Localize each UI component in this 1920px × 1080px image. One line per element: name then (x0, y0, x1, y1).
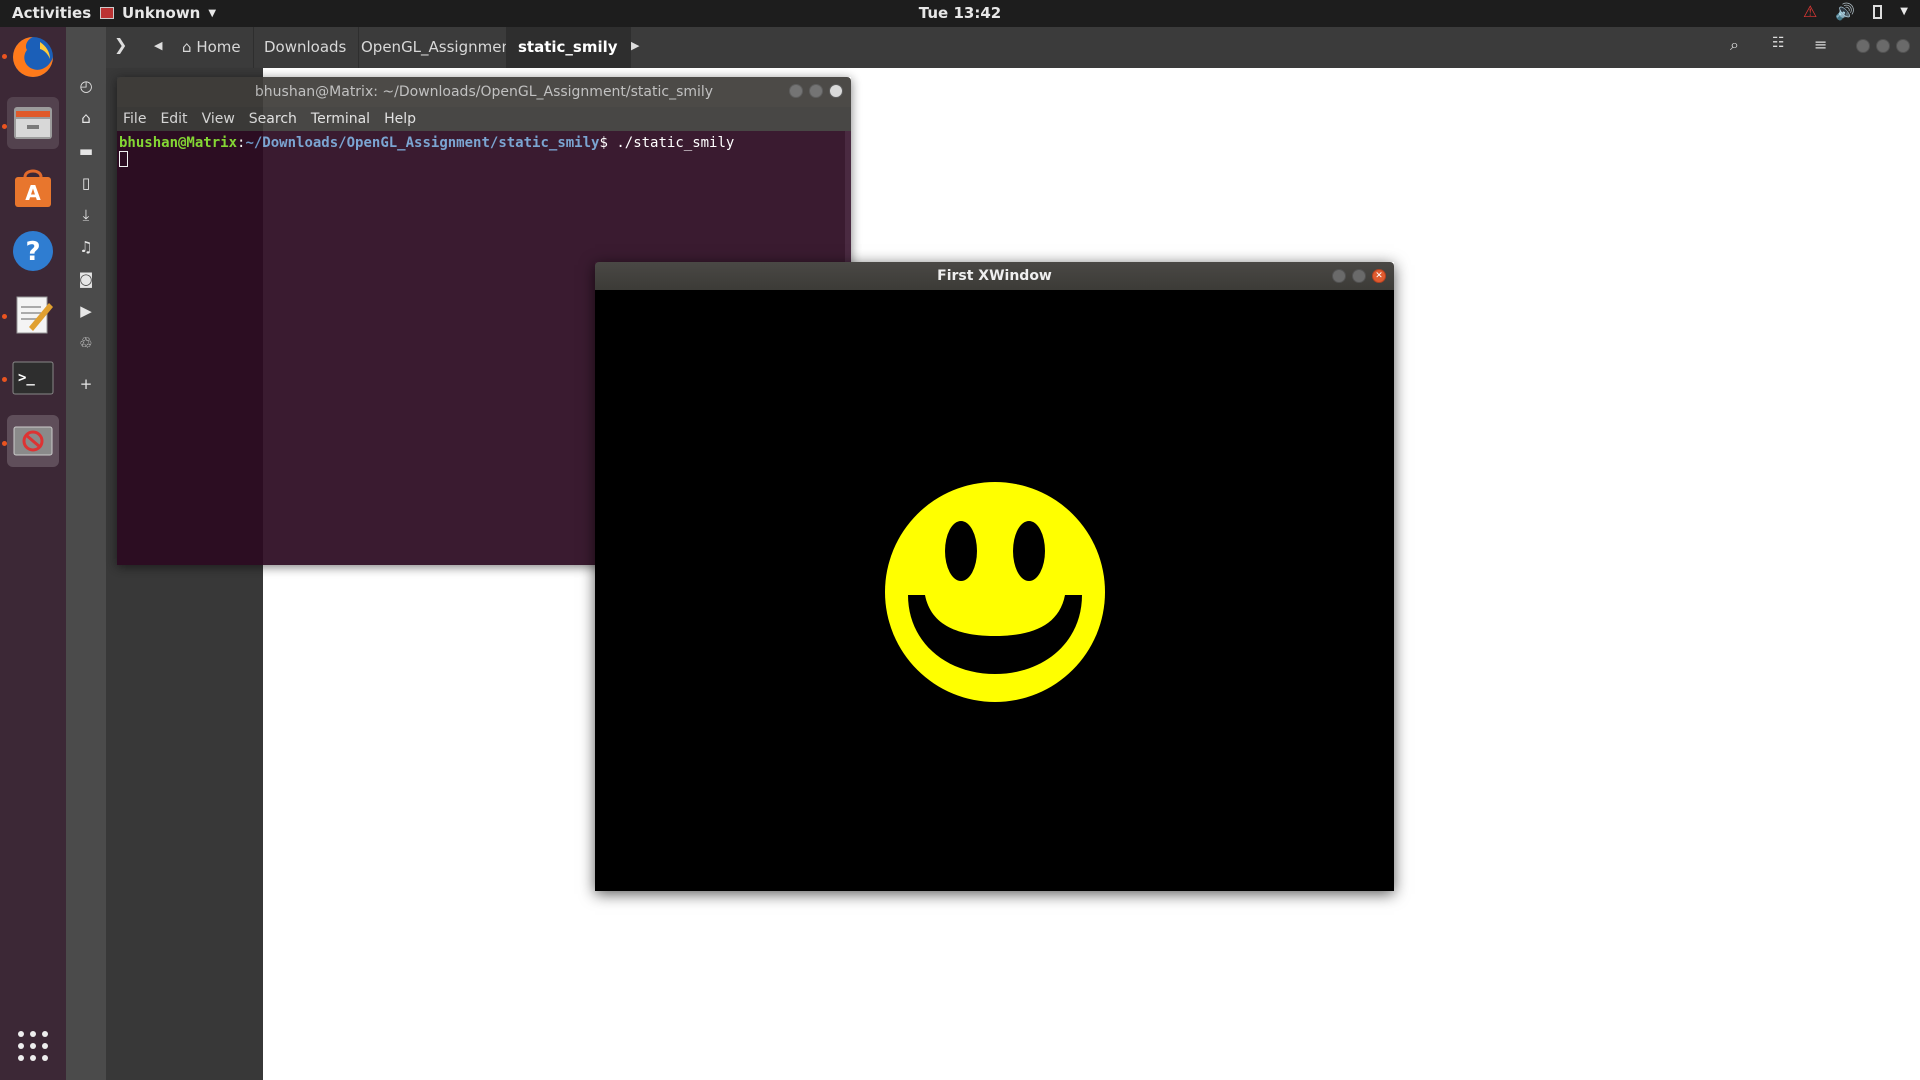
prompt-user: bhushan@Matrix (119, 135, 238, 151)
menu-icon[interactable]: ≡ (1814, 35, 1827, 54)
minimize-icon[interactable] (789, 84, 803, 98)
menu-help[interactable]: Help (384, 111, 416, 127)
xwindow-title: First XWindow (937, 268, 1052, 284)
breadcrumb-right-icon[interactable]: ▶ (631, 39, 639, 52)
maximize-icon[interactable] (809, 84, 823, 98)
xwindow: First XWindow ✕ (595, 262, 1394, 891)
warning-icon[interactable]: ⚠ (1803, 2, 1817, 21)
menu-edit[interactable]: Edit (160, 111, 187, 127)
music-icon[interactable]: ♫ (76, 237, 96, 257)
maximize-icon[interactable] (1876, 39, 1890, 53)
menu-search[interactable]: Search (249, 111, 297, 127)
folder-icon[interactable]: ▬ (76, 141, 96, 161)
smiley-left-eye (945, 521, 977, 581)
terminal-cursor (119, 151, 128, 167)
file-manager-window-controls (1856, 39, 1910, 53)
smiley-right-eye (1013, 521, 1045, 581)
dock-text-editor[interactable] (7, 289, 59, 341)
minimize-icon[interactable] (1332, 269, 1346, 283)
svg-text:>_: >_ (18, 370, 35, 386)
camera-icon[interactable]: ◙ (76, 269, 96, 289)
recent-icon[interactable]: ◴ (76, 76, 96, 96)
clock[interactable]: Tue 13:42 (0, 4, 1920, 22)
terminal-line: bhushan@Matrix:~/Downloads/OpenGL_Assign… (119, 135, 849, 151)
firefox-icon (13, 37, 53, 77)
minimize-icon[interactable] (1856, 39, 1870, 53)
terminal-titlebar[interactable]: bhushan@Matrix: ~/Downloads/OpenGL_Assig… (117, 77, 851, 107)
dock-files[interactable] (7, 97, 59, 149)
dock: A ? >_ (0, 27, 66, 1080)
xwindow-canvas[interactable] (595, 290, 1394, 891)
breadcrumb-home[interactable]: ⌂ Home (170, 27, 254, 68)
volume-icon[interactable]: 🔊 (1835, 2, 1855, 21)
text-editor-icon (16, 296, 53, 334)
battery-icon[interactable] (1873, 4, 1883, 19)
terminal-icon: >_ (12, 361, 54, 395)
plus-icon[interactable]: + (76, 374, 96, 394)
breadcrumb-static-smily[interactable]: static_smily (506, 27, 631, 68)
app-menu[interactable]: Unknown ▼ (100, 4, 216, 22)
close-icon[interactable]: ✕ (1372, 269, 1386, 283)
home-icon[interactable]: ⌂ (76, 108, 96, 128)
unknown-app-icon (13, 426, 53, 456)
smiley-face (885, 482, 1105, 702)
document-icon[interactable]: ▯ (76, 173, 96, 193)
activities-button[interactable]: Activities (12, 4, 91, 22)
download-icon[interactable]: ⤓ (76, 205, 96, 225)
show-applications-icon (18, 1031, 48, 1061)
svg-text:A: A (25, 181, 41, 205)
terminal-command: ./static_smily (607, 135, 735, 151)
files-icon (14, 107, 52, 139)
maximize-icon[interactable] (1352, 269, 1366, 283)
help-icon: ? (13, 231, 53, 271)
video-icon[interactable]: ▶ (76, 301, 96, 321)
power-menu-icon[interactable]: ▼ (1900, 6, 1908, 17)
chevron-down-icon: ▼ (208, 7, 217, 19)
prompt-path: ~/Downloads/OpenGL_Assignment/static_smi… (245, 135, 600, 151)
terminal-title: bhushan@Matrix: ~/Downloads/OpenGL_Assig… (254, 84, 714, 100)
app-icon (100, 7, 114, 19)
software-icon: A (15, 169, 51, 207)
terminal-menubar: File Edit View Search Terminal Help (117, 107, 851, 131)
dock-unknown-app[interactable] (7, 415, 59, 467)
file-manager-sidebar-strip: ◴ ⌂ ▬ ▯ ⤓ ♫ ◙ ▶ ♲ + (66, 27, 106, 1080)
close-icon[interactable] (829, 84, 843, 98)
breadcrumb-opengl-assignment[interactable]: OpenGL_Assignment (349, 27, 530, 68)
menu-terminal[interactable]: Terminal (311, 111, 370, 127)
menu-view[interactable]: View (202, 111, 235, 127)
prompt-symbol: $ (599, 135, 608, 151)
app-menu-label: Unknown (122, 4, 201, 22)
breadcrumb-downloads[interactable]: Downloads (252, 27, 360, 68)
breadcrumb-left-icon[interactable]: ◀ (154, 39, 162, 52)
dock-help[interactable]: ? (7, 225, 59, 277)
menu-file[interactable]: File (123, 111, 146, 127)
system-tray[interactable]: ⚠ 🔊 ▼ (1803, 2, 1908, 21)
forward-icon[interactable]: ❯ (114, 35, 127, 54)
home-icon: ⌂ (182, 38, 192, 56)
file-manager-header: ❮ ❯ ◀ ⌂ Home Downloads OpenGL_Assignment… (66, 27, 1920, 69)
search-icon[interactable]: ⌕ (1730, 35, 1739, 55)
dock-ubuntu-software[interactable]: A (7, 161, 59, 213)
trash-icon[interactable]: ♲ (76, 333, 96, 353)
xwindow-titlebar[interactable]: First XWindow ✕ (595, 262, 1394, 290)
view-options-icon[interactable]: ☷ (1772, 35, 1785, 51)
top-panel: Activities Unknown ▼ Tue 13:42 ⚠ 🔊 ▼ (0, 0, 1920, 27)
dock-firefox[interactable] (7, 31, 59, 83)
close-icon[interactable] (1896, 39, 1910, 53)
svg-text:?: ? (25, 237, 40, 267)
dock-terminal[interactable]: >_ (7, 352, 59, 404)
show-applications-button[interactable] (16, 1029, 50, 1063)
